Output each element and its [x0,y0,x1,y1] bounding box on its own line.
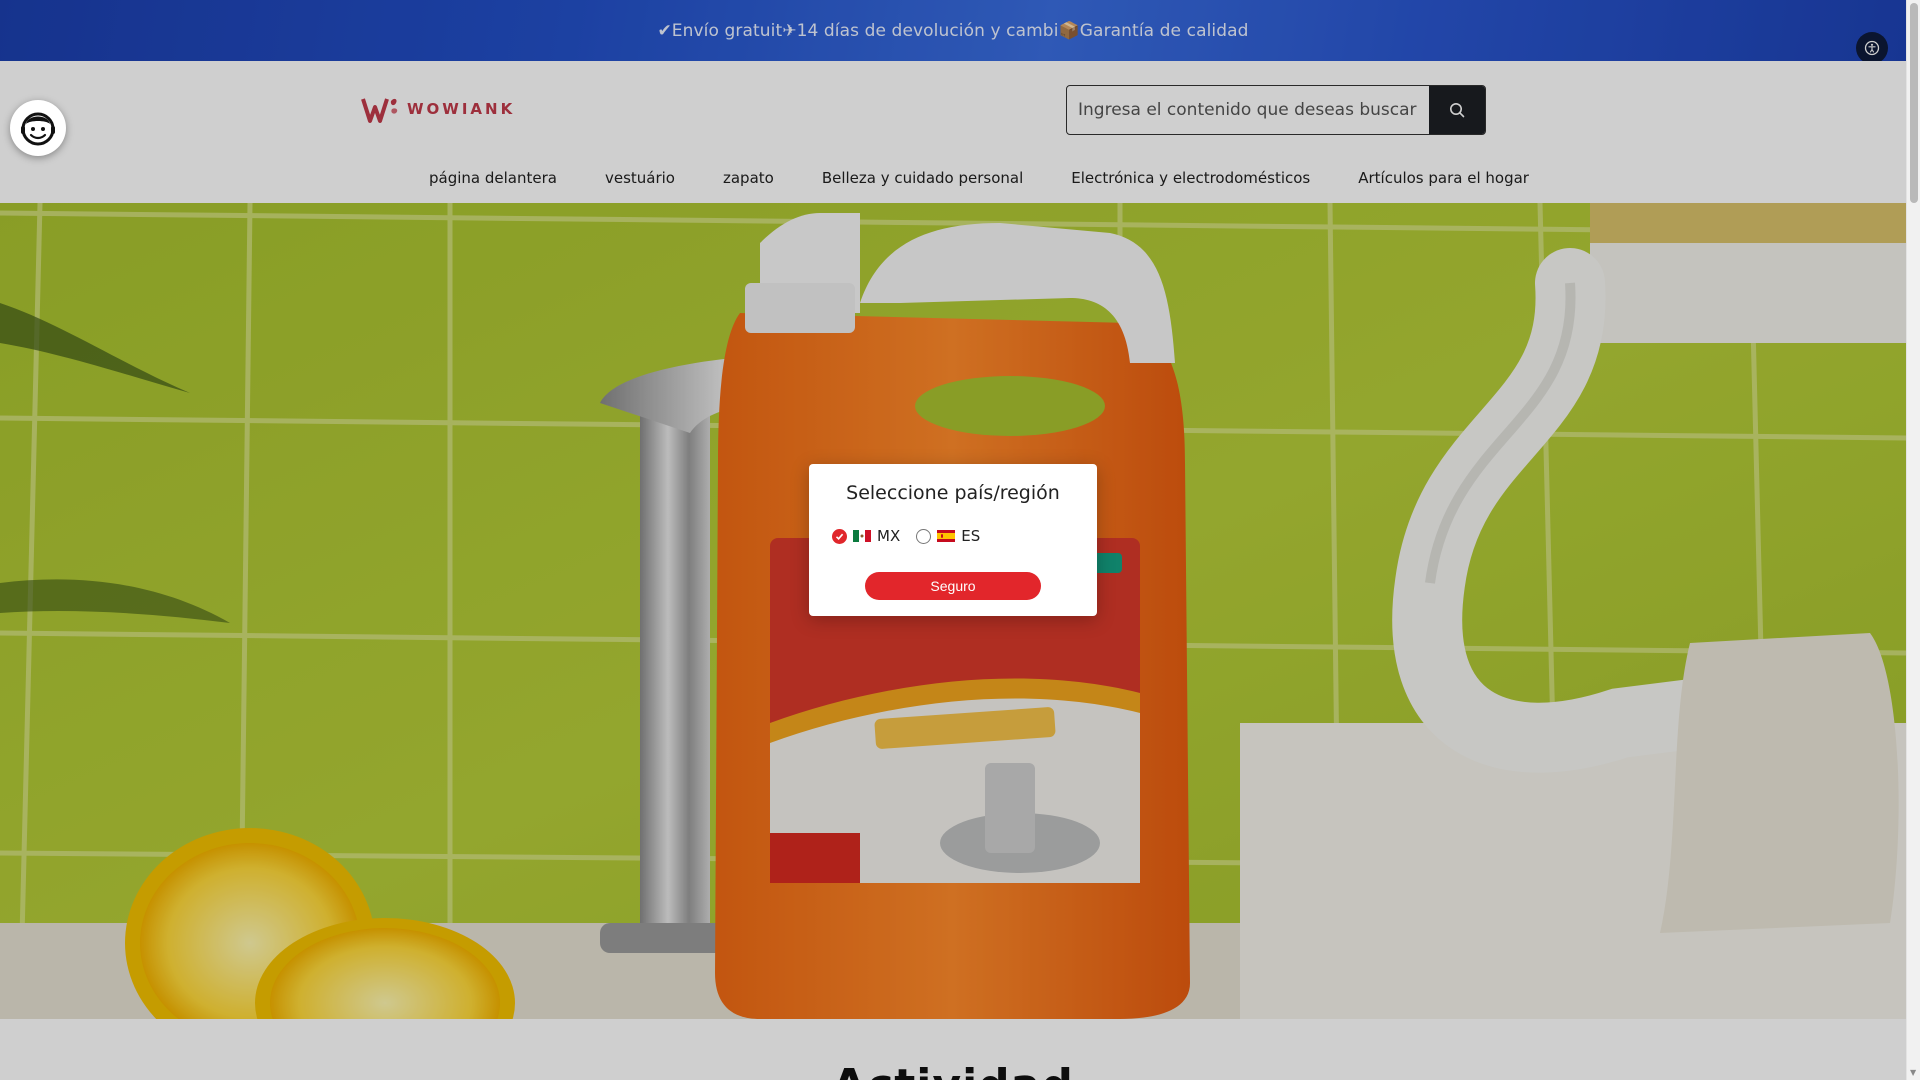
modal-title: Seleccione país/región [846,482,1060,504]
search-bar [1066,85,1486,135]
chat-avatar-icon [21,112,55,146]
region-options: MX ES [832,527,980,545]
accessibility-button[interactable] [1856,32,1888,64]
scroll-down-icon[interactable]: ▼ [1910,1069,1918,1077]
nav-item-shoes[interactable]: zapato [723,169,774,187]
logo-mark-icon [361,98,398,123]
search-icon [1450,103,1465,118]
radio-es[interactable] [916,528,932,544]
chat-avatar-button[interactable] [10,100,66,156]
region-option-mx[interactable]: MX [832,527,900,545]
radio-mx[interactable] [832,528,847,544]
confirm-button[interactable]: Seguro [865,572,1041,600]
main-nav: página delantera vestuário zapato Bellez… [0,169,1906,203]
nav-item-home-goods[interactable]: Artículos para el hogar [1358,169,1529,187]
nav-item-home[interactable]: página delantera [429,169,557,187]
region-select-modal: Seleccione país/región MX ES Seguro [809,464,1097,616]
mexico-flag-icon [853,530,871,542]
scrollbar-thumb[interactable] [1910,3,1918,203]
accessibility-icon [1864,40,1880,56]
announcement-text: ✔Envío gratuit✈14 días de devolución y c… [657,20,1249,41]
spain-flag-icon [937,530,956,542]
nav-item-beauty[interactable]: Belleza y cuidado personal [822,169,1023,187]
search-button[interactable] [1429,86,1485,134]
region-label-mx: MX [877,527,901,545]
nav-item-clothing[interactable]: vestuário [605,169,675,187]
page-scrollbar[interactable]: ▼ [1906,0,1920,1080]
search-input[interactable] [1067,86,1429,134]
region-option-es[interactable]: ES [916,527,980,545]
logo-text: WOWIANK [407,100,516,118]
site-header: WOWIANK página delantera vestuário zapat… [0,61,1906,203]
region-label-es: ES [961,527,981,545]
announcement-bar: ✔Envío gratuit✈14 días de devolución y c… [0,0,1906,64]
section-title: Actividad [0,1060,1906,1080]
nav-item-electronics[interactable]: Electrónica y electrodomésticos [1071,169,1310,187]
brand-logo[interactable]: WOWIANK [361,93,515,125]
check-icon [835,533,844,540]
